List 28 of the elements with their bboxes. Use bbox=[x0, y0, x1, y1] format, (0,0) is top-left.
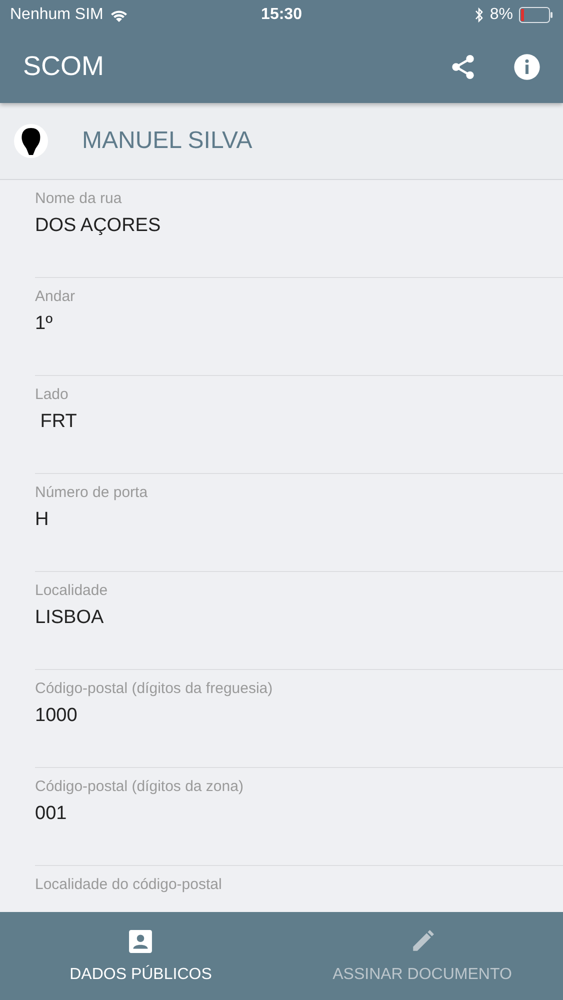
field-value: LISBOA bbox=[35, 607, 105, 629]
status-time: 15:30 bbox=[261, 6, 302, 24]
tab[interactable]: DADOS PÚBLICOS bbox=[0, 912, 282, 1000]
field-value: 001 bbox=[35, 803, 68, 825]
person-card-icon bbox=[128, 928, 154, 954]
app-title: SCOM bbox=[23, 51, 104, 82]
field-label: Número de porta bbox=[35, 484, 149, 501]
battery-percent: 8% bbox=[490, 6, 513, 24]
battery-icon bbox=[519, 7, 553, 23]
field-label: Nome da rua bbox=[35, 190, 123, 207]
field-value: FRT bbox=[39, 411, 78, 433]
field-label: Localidade bbox=[35, 582, 109, 599]
field-label: Localidade do código-postal bbox=[35, 876, 223, 893]
carrier-name: Nenhum SIM bbox=[10, 6, 104, 24]
avatar-icon bbox=[14, 124, 48, 158]
field-value: 1º bbox=[35, 313, 54, 335]
field-value: 1000 bbox=[35, 705, 78, 727]
tab[interactable]: ASSINAR DOCUMENTO bbox=[282, 912, 563, 1000]
field-label: Código-postal (dígitos da zona) bbox=[35, 778, 244, 795]
field-label: Código-postal (dígitos da freguesia) bbox=[35, 680, 274, 697]
bluetooth-icon bbox=[474, 7, 484, 23]
field-label: Andar bbox=[35, 288, 76, 305]
share-icon[interactable] bbox=[449, 52, 477, 80]
field-label: Lado bbox=[35, 386, 70, 403]
info-icon[interactable] bbox=[513, 52, 541, 80]
profile-name: MANUEL SILVA bbox=[82, 127, 252, 155]
field-value: DOS AÇORES bbox=[35, 215, 162, 237]
field-value: H bbox=[35, 509, 50, 531]
